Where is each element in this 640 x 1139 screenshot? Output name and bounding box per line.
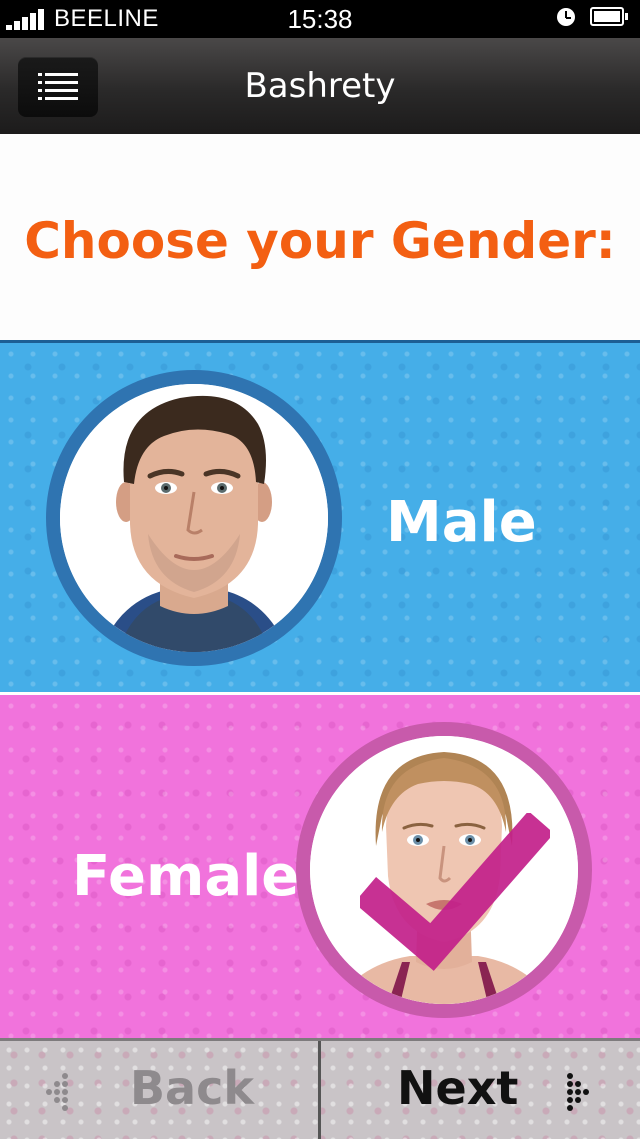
female-label: Female	[72, 844, 300, 909]
battery-icon	[590, 7, 628, 26]
female-option[interactable]: Female	[0, 692, 640, 1041]
back-label: Back	[130, 1061, 254, 1115]
heading-area: Choose your Gender:	[0, 134, 640, 340]
next-button[interactable]: Next	[321, 1041, 640, 1139]
next-arrow-dots-icon	[567, 1073, 591, 1111]
male-label: Male	[386, 490, 537, 555]
male-face-illustration	[60, 384, 328, 652]
navigation-bar: Bashrety	[0, 38, 640, 136]
back-button[interactable]: Back	[0, 1041, 318, 1139]
nav-title: Bashrety	[244, 66, 396, 106]
status-time: 15:38	[287, 4, 353, 34]
male-option[interactable]: Male	[0, 340, 640, 695]
back-arrow-dots-icon	[46, 1073, 74, 1111]
selected-checkmark-icon	[360, 813, 550, 971]
next-label: Next	[397, 1061, 519, 1115]
bottom-toolbar: Back Next	[0, 1038, 640, 1139]
male-avatar	[46, 370, 342, 666]
status-bar: BEELINE 15:38	[0, 0, 640, 38]
page-title: Choose your Gender:	[24, 212, 616, 270]
alarm-clock-icon	[557, 8, 575, 26]
